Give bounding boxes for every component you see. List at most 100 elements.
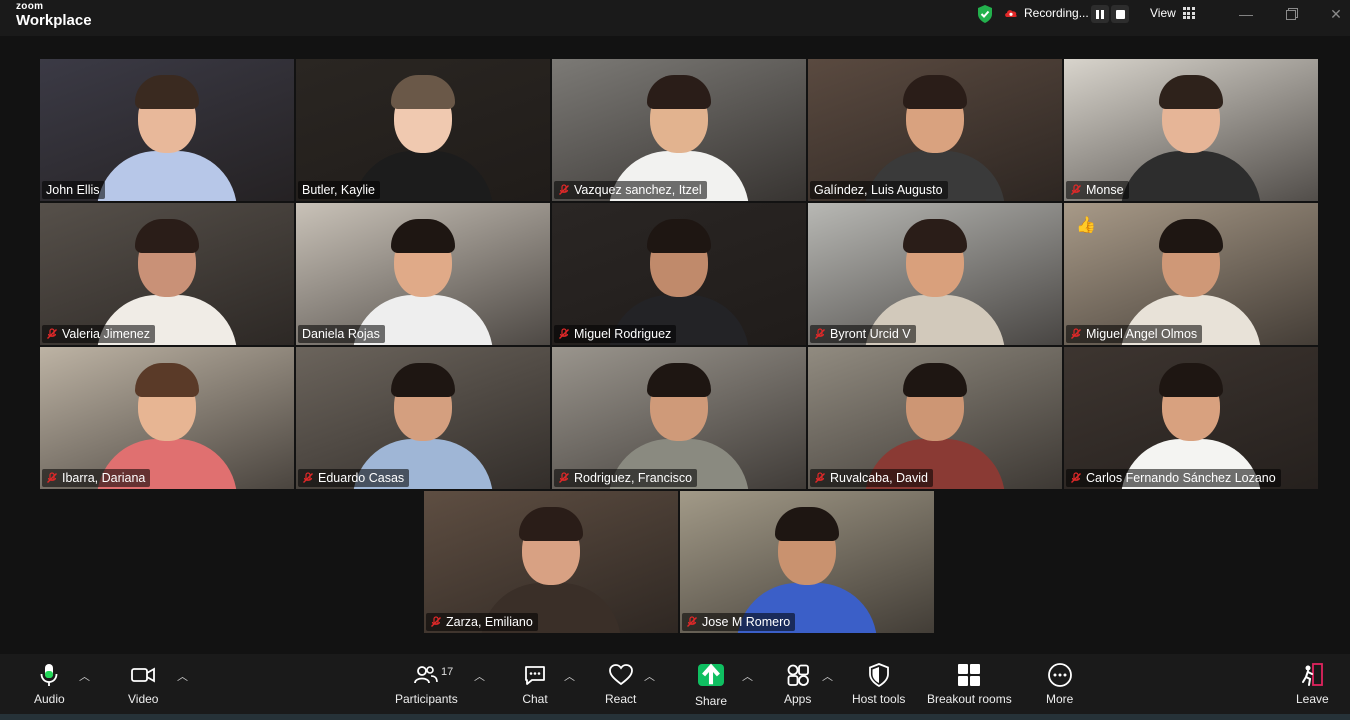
participant-name-tag: Vazquez sanchez, Itzel (554, 181, 707, 199)
more-label: More (1046, 692, 1074, 706)
participant-video-tile[interactable]: Rodriguez, Francisco (552, 347, 806, 489)
view-label: View (1150, 6, 1176, 20)
gallery-grid-icon (1182, 7, 1195, 19)
participant-name: Miguel Rodriguez (574, 327, 672, 341)
participant-name-tag: Butler, Kaylie (298, 181, 380, 199)
view-button[interactable]: View (1150, 6, 1195, 20)
participant-name-tag: Eduardo Casas (298, 469, 410, 487)
breakout-rooms-icon (958, 664, 981, 686)
pause-recording-button[interactable] (1091, 5, 1109, 23)
video-options-chevron-up-icon[interactable]: ︿ (177, 668, 188, 684)
participants-options-chevron-up-icon[interactable]: ︿ (474, 668, 485, 684)
participant-name: Ruvalcaba, David (830, 471, 928, 485)
participant-name: Jose M Romero (702, 615, 791, 629)
participant-name-tag: Galíndez, Luis Augusto (810, 181, 948, 199)
participant-video-tile[interactable]: Galíndez, Luis Augusto (808, 59, 1062, 201)
participant-video-tile[interactable]: Byront Urcid V (808, 203, 1062, 345)
participant-name: Valeria Jimenez (62, 327, 151, 341)
recording-label: Recording... (1024, 6, 1089, 20)
participant-video-tile[interactable]: Carlos Fernando Sánchez Lozano (1064, 347, 1318, 489)
apps-options-chevron-up-icon[interactable]: ︿ (822, 668, 833, 684)
participant-name-tag: Monse (1066, 181, 1129, 199)
participant-video-tile[interactable]: Jose M Romero (680, 491, 934, 633)
chat-options-chevron-up-icon[interactable]: ︿ (564, 668, 575, 684)
participant-video-tile[interactable]: 👍 Miguel Angel Olmos (1064, 203, 1318, 345)
close-icon[interactable]: ✕ (1326, 4, 1346, 24)
participant-name: Butler, Kaylie (302, 183, 375, 197)
host-tools-shield-icon (868, 663, 889, 688)
participant-name-tag: Daniela Rojas (298, 325, 385, 343)
muted-microphone-icon (1071, 184, 1081, 195)
muted-microphone-icon (47, 328, 57, 339)
recording-indicator[interactable]: Recording... (1004, 6, 1089, 20)
participant-name: Carlos Fernando Sánchez Lozano (1086, 471, 1276, 485)
app-logo: zoom Workplace (16, 2, 92, 29)
chat-button[interactable]: Chat (522, 662, 548, 706)
participant-video-tile[interactable]: Monse (1064, 59, 1318, 201)
muted-microphone-icon (559, 328, 569, 339)
audio-options-chevron-up-icon[interactable]: ︿ (79, 668, 90, 684)
heart-icon (608, 664, 633, 686)
breakout-rooms-label: Breakout rooms (927, 692, 1012, 706)
leave-label: Leave (1296, 692, 1329, 706)
muted-microphone-icon (303, 472, 313, 483)
participant-name: Galíndez, Luis Augusto (814, 183, 943, 197)
chat-bubble-icon (525, 666, 545, 685)
participant-video-tile[interactable]: Ibarra, Dariana (40, 347, 294, 489)
participant-video-tile[interactable]: John Ellis (40, 59, 294, 201)
microphone-icon (40, 664, 58, 686)
participant-video-tile[interactable]: Daniela Rojas (296, 203, 550, 345)
react-button[interactable]: React (605, 662, 636, 706)
maximize-icon[interactable] (1282, 4, 1302, 24)
leave-button[interactable]: Leave (1296, 662, 1329, 706)
muted-microphone-icon (431, 616, 441, 627)
participant-video-tile[interactable]: Eduardo Casas (296, 347, 550, 489)
participant-name-tag: Miguel Angel Olmos (1066, 325, 1203, 343)
participant-name: Miguel Angel Olmos (1086, 327, 1198, 341)
minimize-icon[interactable]: — (1236, 4, 1256, 24)
participant-name-tag: Rodriguez, Francisco (554, 469, 698, 487)
muted-microphone-icon (47, 472, 57, 483)
encryption-shield-icon[interactable] (976, 4, 994, 24)
participant-name-tag: Ruvalcaba, David (810, 469, 933, 487)
participant-video-feed (97, 71, 237, 201)
participant-name: Rodriguez, Francisco (574, 471, 693, 485)
participant-name-tag: Byront Urcid V (810, 325, 916, 343)
muted-microphone-icon (1071, 328, 1081, 339)
breakout-rooms-button[interactable]: Breakout rooms (927, 662, 1012, 706)
chat-label: Chat (522, 692, 548, 706)
participant-name: Daniela Rojas (302, 327, 380, 341)
muted-microphone-icon (687, 616, 697, 627)
video-button[interactable]: Video (128, 662, 158, 706)
more-button[interactable]: More (1046, 662, 1073, 706)
apps-button[interactable]: Apps (784, 662, 811, 706)
participant-video-tile[interactable]: Ruvalcaba, David (808, 347, 1062, 489)
meeting-toolbar: Audio ︿ Video ︿ Participants 17 ︿ Chat ︿… (0, 654, 1350, 720)
participant-name: Eduardo Casas (318, 471, 405, 485)
stop-recording-button[interactable] (1111, 5, 1129, 23)
participant-video-tile[interactable]: Valeria Jimenez (40, 203, 294, 345)
react-options-chevron-up-icon[interactable]: ︿ (644, 668, 655, 684)
host-tools-button[interactable]: Host tools (852, 662, 905, 706)
participant-name-tag: Carlos Fernando Sánchez Lozano (1066, 469, 1281, 487)
participant-name: Byront Urcid V (830, 327, 911, 341)
brand-large: Workplace (16, 12, 92, 29)
share-label: Share (695, 694, 728, 708)
muted-microphone-icon (559, 472, 569, 483)
participant-video-tile[interactable]: Miguel Rodriguez (552, 203, 806, 345)
audio-button[interactable]: Audio (34, 662, 65, 706)
participant-name: Vazquez sanchez, Itzel (574, 183, 702, 197)
participant-video-tile[interactable]: Vazquez sanchez, Itzel (552, 59, 806, 201)
participant-name: Zarza, Emiliano (446, 615, 533, 629)
share-button[interactable]: Share (695, 662, 727, 708)
participant-video-tile[interactable]: Butler, Kaylie (296, 59, 550, 201)
participant-name-tag: Ibarra, Dariana (42, 469, 151, 487)
participant-name: Ibarra, Dariana (62, 471, 146, 485)
host-tools-label: Host tools (852, 692, 906, 706)
share-options-chevron-up-icon[interactable]: ︿ (742, 668, 753, 684)
muted-microphone-icon (815, 328, 825, 339)
muted-microphone-icon (815, 472, 825, 483)
apps-icon (787, 664, 809, 686)
participant-video-tile[interactable]: Zarza, Emiliano (424, 491, 678, 633)
participant-count-badge: 17 (441, 666, 454, 678)
